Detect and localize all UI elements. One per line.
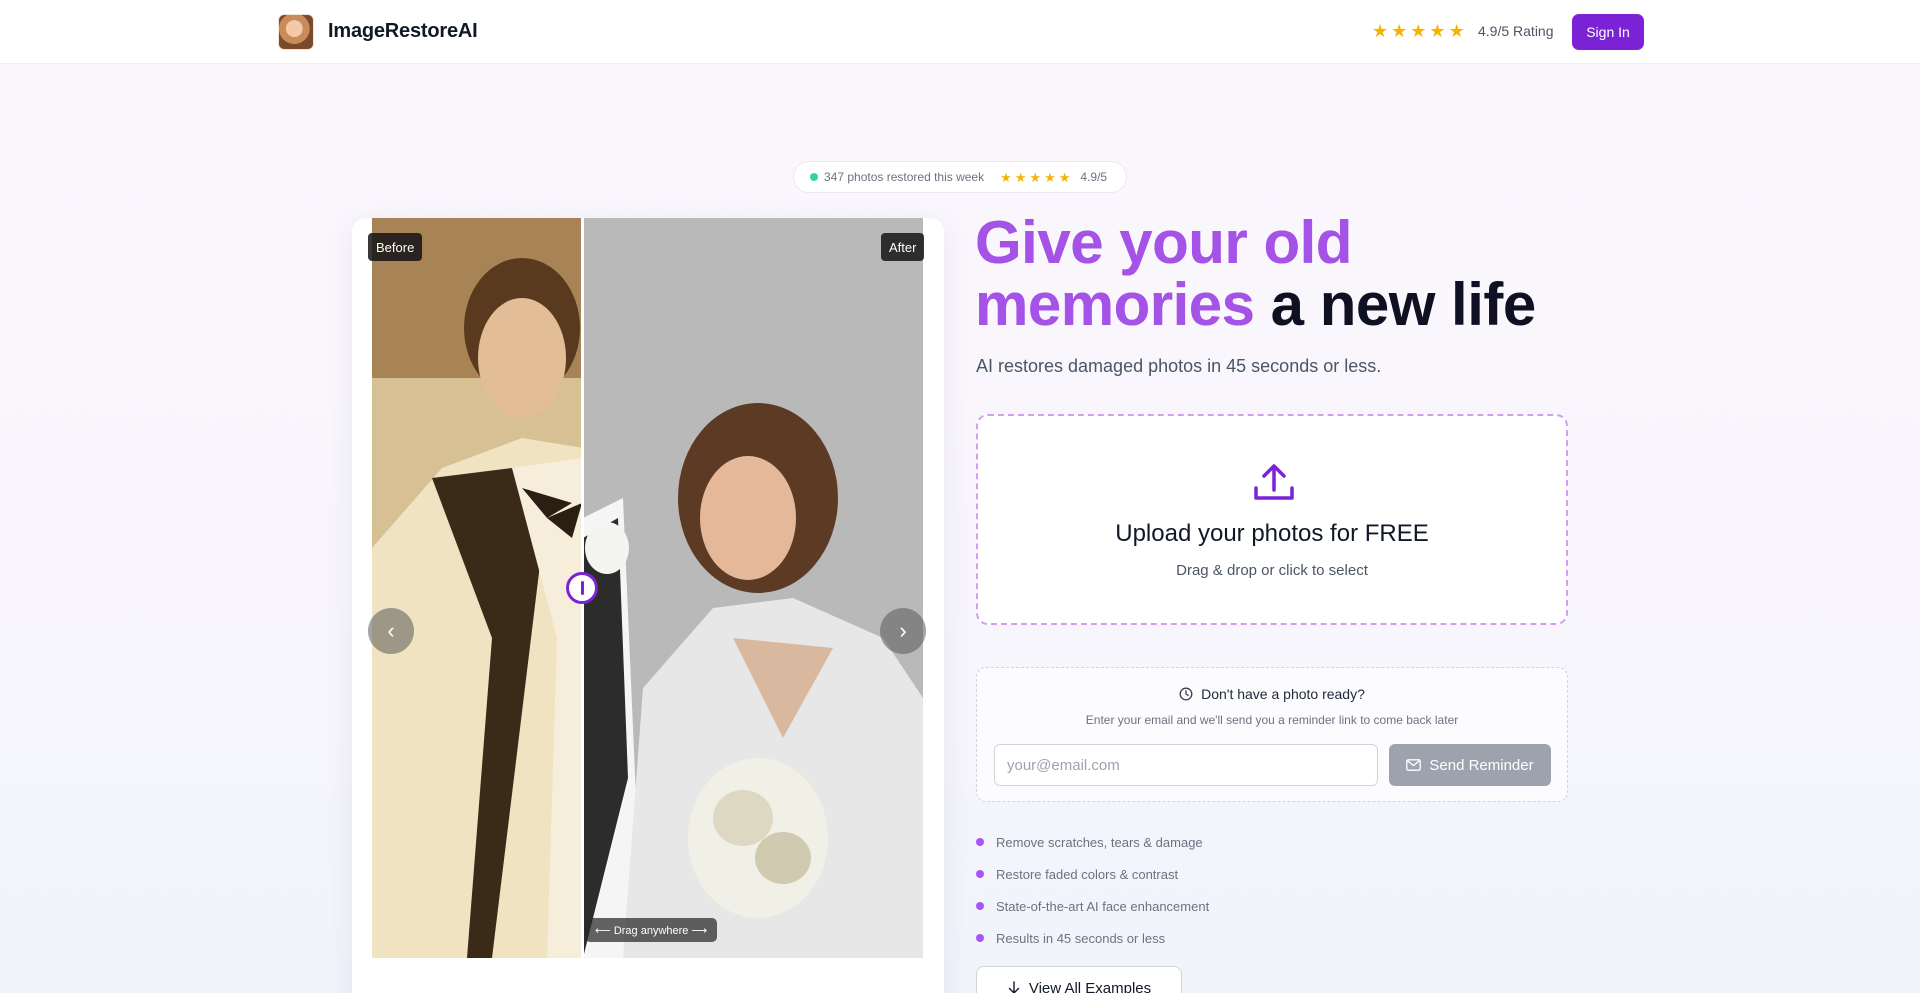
before-label: Before — [368, 233, 423, 261]
send-reminder-label: Send Reminder — [1429, 756, 1534, 774]
previous-example-button[interactable]: ‹ — [368, 608, 414, 654]
hero-subheading: AI restores damaged photos in 45 seconds… — [976, 356, 1382, 376]
clock-icon — [1179, 687, 1193, 701]
drag-hint: ⟵ Drag anywhere ⟶ — [585, 918, 718, 942]
reminder-subtitle: Enter your email and we'll send you a re… — [1085, 713, 1459, 727]
star-icon: ★ — [1000, 169, 1012, 185]
brand-name[interactable]: ImageRestoreAI — [328, 20, 478, 43]
star-icon: ★ — [1372, 21, 1389, 41]
email-reminder-panel: Don't have a photo ready? Enter your ema… — [976, 667, 1568, 802]
before-after-image[interactable] — [372, 218, 923, 958]
after-label: After — [881, 233, 925, 261]
headline-accent-line1: Give your old — [975, 209, 1352, 276]
upload-subtitle: Drag & drop or click to select — [1176, 562, 1368, 579]
feature-text: State-of-the-art AI face enhancement — [996, 898, 1210, 914]
bullet-icon — [976, 870, 984, 878]
upload-dropzone[interactable]: Upload your photos for FREE Drag & drop … — [976, 414, 1568, 625]
reminder-title: Don't have a photo ready? — [1201, 686, 1365, 702]
before-photo-illustration — [372, 218, 583, 958]
feature-text: Restore faded colors & contrast — [996, 866, 1179, 882]
list-item: State-of-the-art AI face enhancement — [976, 890, 1209, 922]
star-icon: ★ — [1410, 21, 1427, 41]
sign-in-button[interactable]: Sign In — [1572, 14, 1644, 50]
header-rating-text: 4.9/5 Rating — [1478, 23, 1554, 39]
comparison-slider-handle[interactable] — [566, 572, 598, 604]
bullet-icon — [976, 934, 984, 942]
top-navbar: ImageRestoreAI ★ ★ ★ ★ ★ 4.9/5 Rating Si… — [0, 0, 1920, 64]
mail-icon — [1406, 759, 1422, 771]
list-item: Results in 45 seconds or less — [976, 922, 1209, 954]
upload-icon — [1254, 464, 1294, 500]
hero-headline: Give your old memories a new life — [975, 212, 1595, 336]
arrow-down-icon — [1008, 981, 1020, 993]
email-field[interactable] — [994, 744, 1378, 786]
pill-rating-value: 4.9/5 — [1080, 170, 1108, 184]
feature-text: Results in 45 seconds or less — [996, 930, 1166, 946]
star-icon: ★ — [1058, 169, 1071, 185]
brand-logo[interactable] — [278, 14, 314, 50]
live-dot-icon — [810, 173, 818, 181]
list-item: Remove scratches, tears & damage — [976, 826, 1209, 858]
header-rating-stars: ★ ★ ★ ★ ★ — [1372, 22, 1465, 40]
before-photo — [372, 218, 583, 958]
star-icon: ★ — [1391, 21, 1408, 41]
headline-accent-line2: memories — [975, 271, 1255, 338]
headline-dark: a new life — [1270, 271, 1537, 338]
reminder-title-row: Don't have a photo ready? — [977, 686, 1567, 702]
feature-list: Remove scratches, tears & damage Restore… — [976, 826, 1209, 954]
star-icon: ★ — [1029, 169, 1042, 185]
handle-grip-icon — [580, 581, 584, 595]
chevron-left-icon: ‹ — [387, 618, 395, 643]
social-proof-pill: 347 photos restored this week ★ ★ ★ ★ ★ … — [793, 161, 1127, 193]
next-example-button[interactable]: › — [880, 608, 926, 654]
list-item: Restore faded colors & contrast — [976, 858, 1209, 890]
star-icon: ★ — [1014, 169, 1027, 185]
after-photo — [583, 218, 923, 958]
bullet-icon — [976, 838, 984, 846]
view-all-examples-button[interactable]: View All Examples — [976, 966, 1182, 993]
star-icon: ★ — [1448, 21, 1465, 41]
star-icon: ★ — [1429, 21, 1446, 41]
view-all-examples-label: View All Examples — [1028, 979, 1152, 993]
after-photo-illustration — [583, 218, 923, 958]
restored-count-text: 347 photos restored this week — [824, 170, 985, 184]
star-icon: ★ — [1044, 169, 1056, 185]
feature-text: Remove scratches, tears & damage — [996, 834, 1203, 850]
pill-rating-stars: ★ ★ ★ ★ ★ — [1000, 171, 1070, 184]
chevron-right-icon: › — [899, 618, 907, 643]
send-reminder-button[interactable]: Send Reminder — [1389, 744, 1551, 786]
bullet-icon — [976, 902, 984, 910]
upload-title: Upload your photos for FREE — [1115, 520, 1429, 547]
